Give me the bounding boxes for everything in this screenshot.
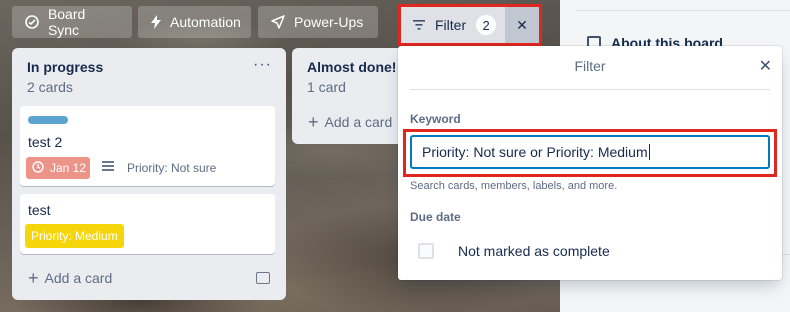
due-date-text: Jan 12 — [50, 161, 87, 175]
list-menu-button[interactable]: ··· — [253, 56, 272, 74]
close-icon: ✕ — [758, 58, 772, 75]
board-sync-icon — [24, 14, 40, 30]
add-card-button[interactable]: + Add a card — [28, 268, 113, 288]
list-card-count: 2 cards — [27, 79, 73, 95]
keyword-highlight-box — [403, 129, 777, 177]
priority-field-text: Priority: Not sure — [127, 161, 217, 175]
list-title[interactable]: In progress — [27, 59, 103, 75]
card-title: test 2 — [28, 134, 63, 150]
list-in-progress: In progress 2 cards ··· test 2 Jan 12 Pr… — [12, 48, 286, 300]
not-marked-complete-checkbox[interactable] — [418, 243, 434, 259]
filter-button-group: Filter 2 ✕ — [398, 4, 542, 46]
filter-icon — [413, 17, 425, 33]
card-template-icon[interactable] — [256, 272, 270, 284]
popover-close-button[interactable]: ✕ — [759, 56, 772, 76]
keyword-hint: Search cards, members, labels, and more. — [410, 180, 618, 192]
card-label[interactable] — [28, 116, 68, 124]
keyword-label: Keyword — [410, 112, 461, 126]
filter-label: Filter — [435, 17, 467, 33]
description-icon — [102, 161, 114, 173]
board-sync-label: Board Sync — [47, 6, 86, 38]
popover-divider — [410, 89, 770, 90]
power-ups-button[interactable]: Power-Ups — [258, 6, 378, 38]
sidebar-divider — [576, 10, 790, 11]
rocket-icon — [270, 14, 286, 30]
priority-badge: Priority: Medium — [25, 224, 124, 248]
list-title[interactable]: Almost done! — [307, 59, 396, 75]
power-ups-label: Power-Ups — [294, 14, 364, 30]
filter-count-badge: 2 — [476, 15, 497, 35]
add-card-button[interactable]: + Add a card — [308, 112, 393, 132]
list-card-count: 1 card — [307, 79, 346, 95]
lightning-icon — [150, 14, 162, 30]
plus-icon: + — [28, 268, 39, 288]
due-date-badge[interactable]: Jan 12 — [26, 157, 90, 179]
add-card-label: Add a card — [324, 114, 393, 130]
popover-title: Filter — [574, 58, 606, 74]
list-almost-done: Almost done! 1 card + Add a card — [292, 48, 402, 144]
plus-icon: + — [308, 112, 319, 132]
clock-icon — [32, 160, 44, 176]
card-test[interactable]: test Priority: Medium — [20, 194, 275, 254]
due-date-section-label: Due date — [410, 210, 461, 224]
add-card-label: Add a card — [44, 270, 113, 286]
card-test-2[interactable]: test 2 Jan 12 Priority: Not sure — [20, 106, 275, 186]
card-title: test — [28, 202, 51, 218]
board-sync-button[interactable]: Board Sync — [12, 6, 132, 38]
filter-button[interactable]: Filter 2 — [401, 7, 505, 43]
automation-label: Automation — [170, 14, 241, 30]
not-marked-complete-label[interactable]: Not marked as complete — [458, 243, 610, 259]
automation-button[interactable]: Automation — [138, 6, 251, 38]
close-icon: ✕ — [516, 16, 528, 33]
clear-filter-button[interactable]: ✕ — [505, 7, 539, 43]
